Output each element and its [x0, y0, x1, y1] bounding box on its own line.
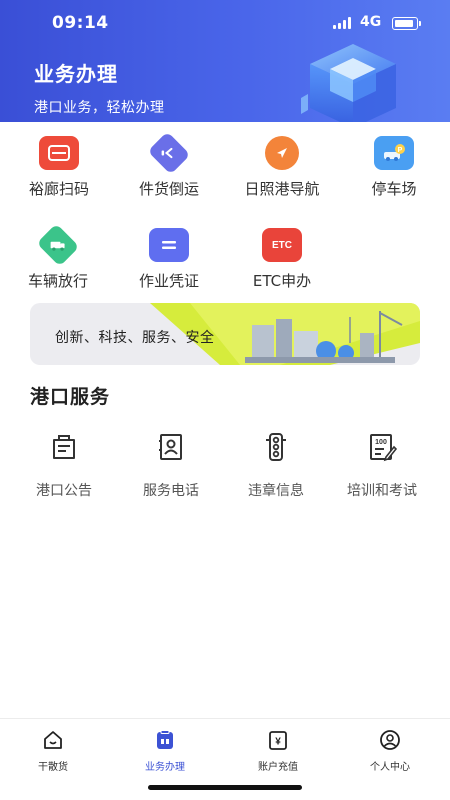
announcement-icon [53, 435, 75, 459]
service-label: 服务电话 [143, 483, 199, 499]
tab-profile[interactable]: 个人中心 [334, 729, 446, 773]
cube-illustration-icon [301, 44, 396, 122]
quick-action-parking[interactable]: P 停车场 [338, 136, 450, 199]
exam-score-icon: 100 [370, 434, 398, 462]
service-port-announcement[interactable]: 港口公告 [8, 432, 120, 500]
clipboard-icon [157, 730, 173, 749]
yen-badge: ¥ [275, 737, 281, 748]
navigation-icon [265, 136, 299, 170]
transfer-icon [147, 131, 191, 175]
quick-action-label: 日照港导航 [244, 180, 320, 198]
wallet-yen-icon: ¥ [269, 731, 287, 750]
tab-label: 个人中心 [370, 762, 410, 773]
tab-account-recharge[interactable]: ¥ 账户充值 [222, 729, 334, 773]
page-title: 业务办理 [34, 62, 118, 86]
service-label: 违章信息 [248, 483, 304, 499]
tab-label: 干散货 [38, 762, 68, 773]
service-violation-info[interactable]: 违章信息 [220, 432, 332, 500]
status-time: 09:14 [52, 13, 109, 33]
quick-action-etc-apply[interactable]: ETC ETC申办 [226, 228, 338, 291]
service-label: 港口公告 [36, 483, 92, 499]
scan-code-icon [39, 136, 79, 170]
service-training-exam[interactable]: 100 培训和考试 [326, 432, 438, 500]
home-indicator [148, 785, 302, 790]
tab-label: 账户充值 [258, 762, 298, 773]
quick-action-label: ETC申办 [252, 272, 312, 290]
quick-action-vehicle-release[interactable]: 车辆放行 [2, 223, 114, 291]
tab-label: 业务办理 [145, 762, 185, 773]
page-subtitle: 港口业务，轻松办理 [34, 100, 165, 116]
signal-icon [333, 17, 351, 29]
quick-action-jurong-scan[interactable]: 裕廊扫码 [3, 136, 115, 199]
quick-action-label: 作业凭证 [138, 272, 199, 290]
promo-banner[interactable]: 创新、科技、服务、安全 [30, 303, 420, 365]
svg-text:P: P [398, 147, 403, 154]
voucher-icon [149, 228, 189, 262]
etc-badge: ETC [272, 239, 292, 251]
service-contact-phone[interactable]: 服务电话 [115, 432, 227, 500]
network-type: 4G [360, 14, 382, 30]
battery-icon [392, 17, 421, 30]
service-label: 培训和考试 [347, 483, 417, 499]
etc-icon: ETC [262, 228, 302, 262]
user-icon [380, 730, 400, 750]
quick-action-label: 裕廊扫码 [28, 180, 89, 198]
exam-score-badge: 100 [375, 439, 387, 446]
port-services-title: 港口服务 [30, 386, 111, 408]
home-icon [44, 731, 62, 749]
tab-business[interactable]: 业务办理 [109, 729, 221, 773]
quick-action-rizhao-navigation[interactable]: 日照港导航 [226, 136, 338, 199]
parking-icon: P [374, 136, 414, 170]
quick-action-cargo-transfer[interactable]: 件货倒运 [113, 131, 225, 199]
banner-slogan: 创新、科技、服务、安全 [55, 330, 215, 346]
contact-book-icon [159, 434, 182, 460]
quick-action-work-voucher[interactable]: 作业凭证 [113, 228, 225, 291]
traffic-light-icon [266, 433, 286, 461]
quick-action-label: 件货倒运 [138, 180, 199, 198]
vehicle-release-icon [36, 223, 80, 267]
page-header: 09:14 4G 业务办理 港口业务，轻松办理 [0, 0, 450, 122]
quick-action-label: 车辆放行 [27, 272, 88, 290]
tab-dry-bulk[interactable]: 干散货 [0, 729, 109, 773]
quick-action-label: 停车场 [371, 180, 417, 198]
